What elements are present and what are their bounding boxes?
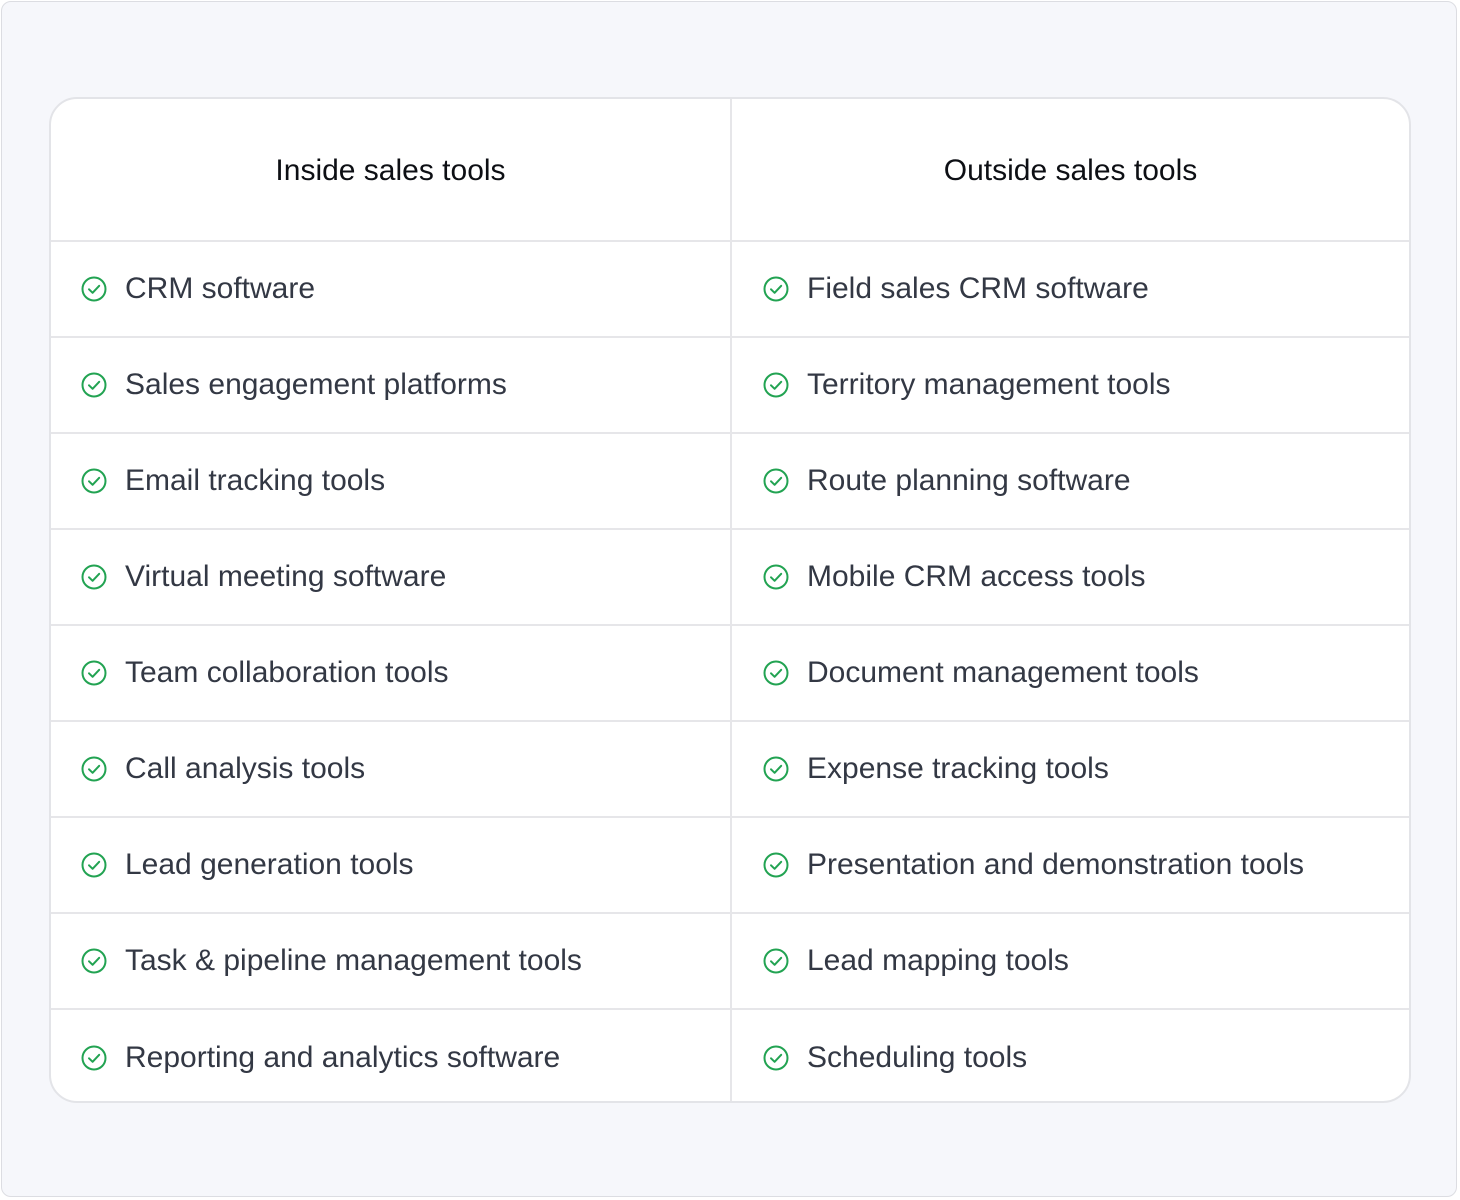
inside-tool-item: CRM software <box>51 242 732 338</box>
inside-tool-item: Team collaboration tools <box>51 626 732 722</box>
header-inside-sales: Inside sales tools <box>51 99 732 242</box>
inside-tool-item: Task & pipeline management tools <box>51 914 732 1010</box>
check-circle-icon <box>762 1044 790 1072</box>
check-circle-icon <box>762 371 790 399</box>
check-circle-icon <box>762 659 790 687</box>
tool-label: Expense tracking tools <box>807 752 1109 785</box>
header-outside-sales: Outside sales tools <box>732 99 1409 242</box>
tool-label: Team collaboration tools <box>125 656 449 689</box>
tool-label: Virtual meeting software <box>125 560 447 593</box>
tool-label: Document management tools <box>807 656 1199 689</box>
check-circle-icon <box>80 755 108 783</box>
tool-label: Mobile CRM access tools <box>807 560 1146 593</box>
check-circle-icon <box>80 947 108 975</box>
inside-tool-item: Email tracking tools <box>51 434 732 530</box>
inside-tool-item: Sales engagement platforms <box>51 338 732 434</box>
outside-tool-item: Lead mapping tools <box>732 914 1409 1010</box>
check-circle-icon <box>762 851 790 879</box>
comparison-table: Inside sales tools Outside sales tools C… <box>49 97 1411 1103</box>
check-circle-icon <box>80 275 108 303</box>
outside-tool-item: Field sales CRM software <box>732 242 1409 338</box>
tool-label: Lead mapping tools <box>807 944 1069 977</box>
tool-label: Reporting and analytics software <box>125 1041 561 1074</box>
tool-label: Email tracking tools <box>125 464 386 497</box>
outside-tool-item: Territory management tools <box>732 338 1409 434</box>
inside-tool-item: Lead generation tools <box>51 818 732 914</box>
check-circle-icon <box>80 851 108 879</box>
check-circle-icon <box>80 563 108 591</box>
check-circle-icon <box>762 563 790 591</box>
tool-label: Lead generation tools <box>125 848 414 881</box>
inside-tool-item: Call analysis tools <box>51 722 732 818</box>
tool-label: Call analysis tools <box>125 752 366 785</box>
outside-tool-item: Presentation and demonstration tools <box>732 818 1409 914</box>
tool-label: Route planning software <box>807 464 1131 497</box>
tool-label: Sales engagement platforms <box>125 368 507 401</box>
table-grid: Inside sales tools Outside sales tools C… <box>51 99 1409 1101</box>
check-circle-icon <box>80 371 108 399</box>
check-circle-icon <box>80 467 108 495</box>
check-circle-icon <box>762 275 790 303</box>
check-circle-icon <box>762 467 790 495</box>
outside-tool-item: Mobile CRM access tools <box>732 530 1409 626</box>
tool-label: Territory management tools <box>807 368 1171 401</box>
tool-label: CRM software <box>125 272 316 305</box>
tool-label: Scheduling tools <box>807 1041 1028 1074</box>
outside-tool-item: Scheduling tools <box>732 1010 1409 1101</box>
outside-tool-item: Route planning software <box>732 434 1409 530</box>
check-circle-icon <box>80 1044 108 1072</box>
check-circle-icon <box>80 659 108 687</box>
tool-label: Task & pipeline management tools <box>125 944 582 977</box>
outside-tool-item: Document management tools <box>732 626 1409 722</box>
tool-label: Presentation and demonstration tools <box>807 848 1304 881</box>
check-circle-icon <box>762 947 790 975</box>
tool-label: Field sales CRM software <box>807 272 1149 305</box>
check-circle-icon <box>762 755 790 783</box>
outside-tool-item: Expense tracking tools <box>732 722 1409 818</box>
inside-tool-item: Reporting and analytics software <box>51 1010 732 1101</box>
inside-tool-item: Virtual meeting software <box>51 530 732 626</box>
